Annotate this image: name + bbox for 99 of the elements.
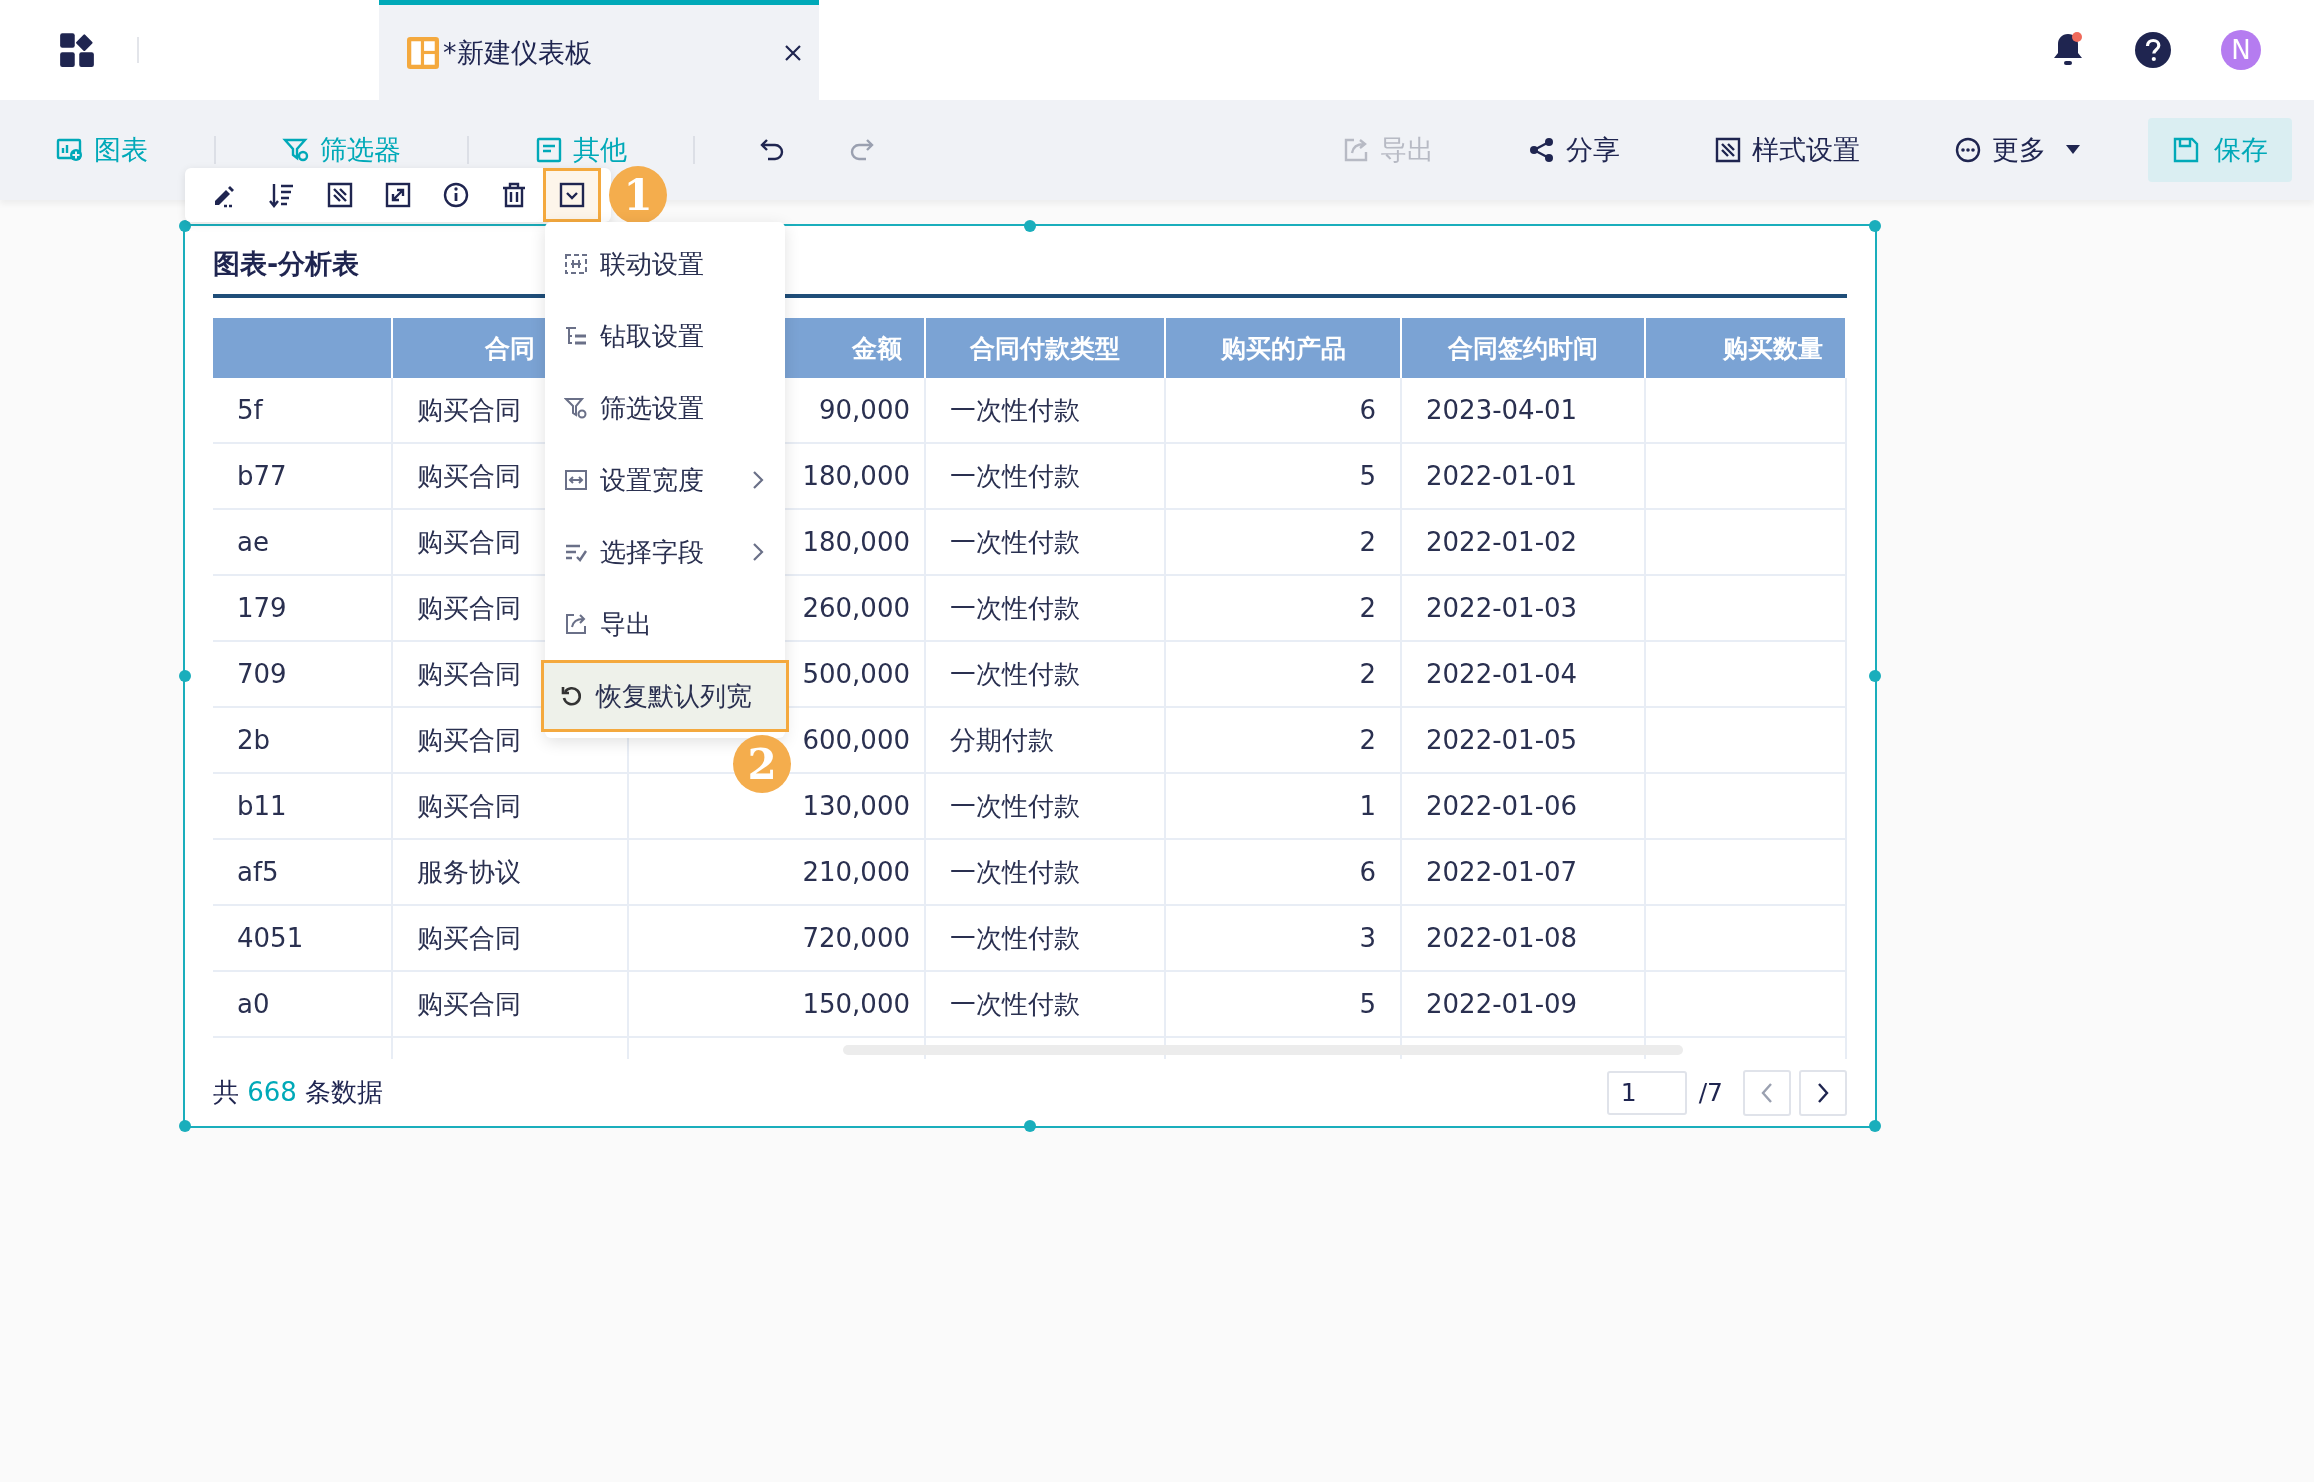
chevron-right-icon: [752, 470, 764, 490]
table-cell: 2: [1166, 510, 1402, 576]
table-cell: 2022-01-02: [1402, 510, 1646, 576]
column-header: 购买数量: [1646, 318, 1847, 378]
link-icon: [564, 252, 588, 276]
chevron-left-icon: [1760, 1081, 1774, 1104]
table-cell: 2022-01-07: [1402, 840, 1646, 906]
close-icon[interactable]: [783, 42, 803, 63]
dashboard-icon: [407, 36, 439, 69]
table-cell: 2: [1166, 576, 1402, 642]
resize-handle[interactable]: [1869, 670, 1881, 682]
table-cell: 150,000: [629, 972, 926, 1038]
table-cell: 一次性付款: [926, 774, 1166, 840]
menu-item[interactable]: 联动设置: [545, 228, 785, 300]
table-cell: 购买合同: [393, 906, 629, 972]
more-button[interactable]: 更多: [1946, 132, 2088, 168]
table-cell: 一次性付款: [926, 840, 1166, 906]
table-cell: 2022-01-05: [1402, 708, 1646, 774]
table-cell: 2: [1166, 708, 1402, 774]
table-cell: 购买合同: [393, 774, 629, 840]
trash-icon: [500, 181, 528, 209]
table-cell: 2022-01-06: [1402, 774, 1646, 840]
table-cell: 2022-01-08: [1402, 906, 1646, 972]
filter-icon: [564, 396, 588, 420]
page-total: /7: [1698, 1078, 1723, 1107]
table-cell: ae: [213, 510, 393, 576]
chevron-right-icon: [1816, 1081, 1830, 1104]
share-icon: [1528, 136, 1556, 164]
table-cell: 2b: [213, 708, 393, 774]
table-cell: 2022-01-04: [1402, 642, 1646, 708]
width-icon: [564, 468, 588, 492]
table-cell: 购买合同: [393, 972, 629, 1038]
share-button[interactable]: 分享: [1520, 132, 1628, 168]
page-number-field[interactable]: 1: [1606, 1070, 1687, 1115]
table-cell: 720,000: [629, 906, 926, 972]
table-cell: 一次性付款: [926, 510, 1166, 576]
resize-handle[interactable]: [1024, 1120, 1036, 1132]
table-cell: 4051: [213, 906, 393, 972]
column-header: 合同签约时间: [1402, 318, 1646, 378]
record-count: 共 668 条数据: [213, 1076, 384, 1109]
table-cell: 6: [1166, 378, 1402, 444]
table-cell: 5: [1166, 972, 1402, 1038]
table-cell: 2022-01-09: [1402, 972, 1646, 1038]
dropdown-icon: [558, 181, 586, 209]
table-cell: 一次性付款: [926, 972, 1166, 1038]
column-header: 购买的产品: [1166, 318, 1402, 378]
hierarchy-icon: [564, 324, 588, 348]
table-cell: 2: [1166, 642, 1402, 708]
table-cell: 709: [213, 642, 393, 708]
chevron-right-icon: [752, 542, 764, 562]
caret-icon: [2066, 145, 2080, 155]
chart-add-icon: [56, 136, 84, 164]
next-page-button[interactable]: [1799, 1069, 1847, 1116]
style-icon: [326, 181, 354, 209]
export-icon: [1342, 136, 1370, 164]
dashboard-tab[interactable]: *新建仪表板: [379, 0, 819, 100]
table-cell: af5: [213, 840, 393, 906]
style-icon: [1714, 136, 1742, 164]
menu-item[interactable]: 恢复默认列宽: [541, 660, 789, 732]
table-cell: a0: [213, 972, 393, 1038]
table-cell: 3: [1166, 906, 1402, 972]
document-icon: [535, 136, 563, 164]
expand-icon: [384, 181, 412, 209]
table-cell: 2023-04-01: [1402, 378, 1646, 444]
table-cell: 一次性付款: [926, 576, 1166, 642]
help-icon[interactable]: [2135, 32, 2171, 68]
save-icon: [2172, 136, 2200, 164]
apps-icon[interactable]: [59, 32, 95, 68]
table-cell: 服务协议: [393, 840, 629, 906]
table-cell: 2022-01-01: [1402, 444, 1646, 510]
table-cell: 5: [1166, 444, 1402, 510]
export-icon: [564, 612, 588, 636]
dropdown-tool-button[interactable]: [543, 168, 601, 222]
table-cell: 179: [213, 576, 393, 642]
info-icon: [442, 181, 470, 209]
table-cell: 1: [1166, 774, 1402, 840]
table-cell: 一次性付款: [926, 444, 1166, 510]
table-cell: 一次性付款: [926, 906, 1166, 972]
resize-handle[interactable]: [1869, 1120, 1881, 1132]
reset-icon: [560, 684, 584, 708]
resize-handle[interactable]: [179, 670, 191, 682]
table-cell: 一次性付款: [926, 378, 1166, 444]
filter-icon: [282, 136, 310, 164]
more-icon: [1954, 136, 1982, 164]
resize-handle[interactable]: [1024, 220, 1036, 232]
style-button[interactable]: 样式设置: [1706, 132, 1868, 168]
sort-icon: [268, 181, 296, 209]
column-header: 合同付款类型: [926, 318, 1166, 378]
table-cell: 6: [1166, 840, 1402, 906]
table-cell: 分期付款: [926, 708, 1166, 774]
table-cell: b77: [213, 444, 393, 510]
table-cell: 210,000: [629, 840, 926, 906]
table-cell: 5f: [213, 378, 393, 444]
resize-handle[interactable]: [179, 1120, 191, 1132]
resize-handle[interactable]: [1869, 220, 1881, 232]
table-cell: 一次性付款: [926, 642, 1166, 708]
resize-handle[interactable]: [179, 220, 191, 232]
table-cell: 2022-01-03: [1402, 576, 1646, 642]
table-cell: b11: [213, 774, 393, 840]
